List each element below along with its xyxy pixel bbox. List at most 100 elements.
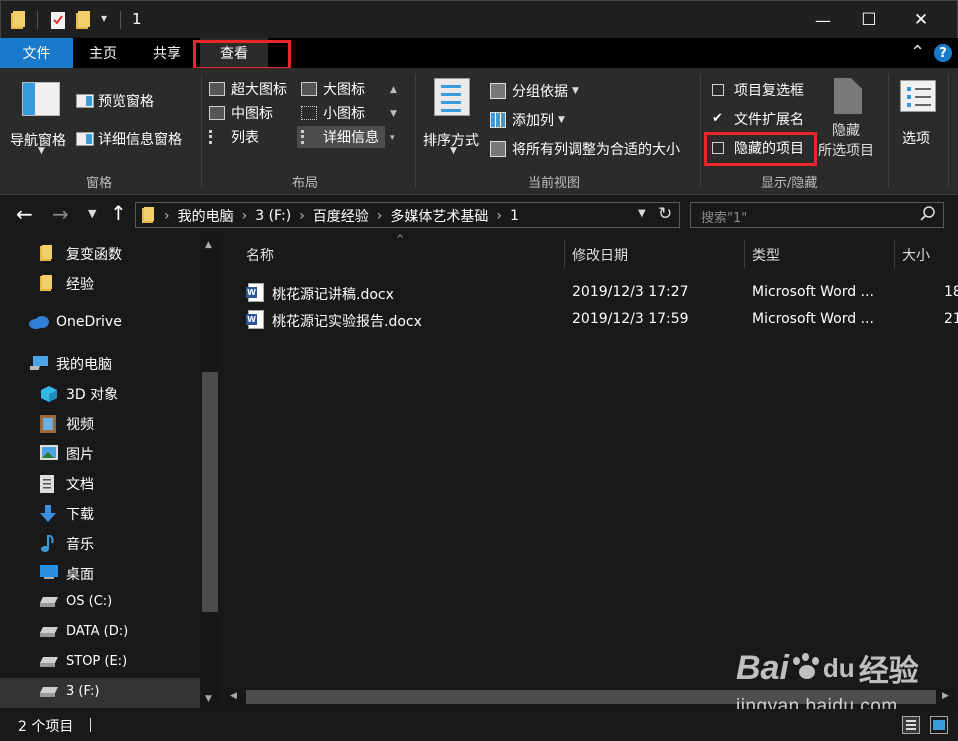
nav-item[interactable]: 文档: [0, 468, 200, 498]
item-checkboxes-toggle[interactable]: 项目复选框: [712, 80, 804, 100]
search-box[interactable]: 搜索"1": [690, 202, 944, 228]
file-extensions-label: 文件扩展名: [734, 112, 804, 128]
nav-item[interactable]: 我的电脑: [0, 348, 200, 378]
nav-item[interactable]: 下载: [0, 498, 200, 528]
scroll-left-icon[interactable]: ◀: [230, 691, 237, 701]
nav-item-label: 3D 对象: [66, 387, 119, 403]
layout-small[interactable]: 小图标: [299, 102, 365, 124]
nav-item-label: DATA (D:): [66, 624, 129, 639]
collapse-ribbon-icon[interactable]: ⌃: [910, 42, 925, 63]
file-extensions-toggle[interactable]: ✔ 文件扩展名: [712, 109, 804, 129]
layout-medium[interactable]: 中图标: [205, 102, 273, 124]
layout-list[interactable]: 列表: [205, 126, 259, 148]
documents-icon: [40, 475, 58, 493]
watermark-suffix: 经验: [858, 655, 919, 688]
ribbon: 导航窗格 ▼ 预览窗格 详细信息窗格 窗格 超大图标 大图标 中图标 小图标 列…: [0, 68, 958, 195]
file-date: 2019/12/3 17:59: [572, 311, 689, 327]
properties-icon[interactable]: [50, 10, 66, 30]
sort-by-button[interactable]: 排序方式 ▼: [420, 76, 486, 158]
nav-item[interactable]: OS (C:): [0, 588, 200, 618]
nav-item[interactable]: OneDrive: [0, 308, 200, 338]
file-date: 2019/12/3 17:27: [572, 284, 689, 300]
scroll-thumb[interactable]: [202, 372, 218, 612]
layout-small-label: 小图标: [323, 106, 365, 122]
file-type: Microsoft Word ...: [752, 284, 874, 300]
group-by-button[interactable]: 分组依据 ▼: [490, 80, 579, 102]
nav-item-label: 3 (F:): [66, 684, 100, 699]
nav-item-label: 视频: [66, 417, 94, 433]
onedrive-icon: [28, 315, 49, 331]
forward-button[interactable]: →: [52, 202, 69, 226]
nav-item[interactable]: 音乐: [0, 528, 200, 558]
layout-details[interactable]: 详细信息: [297, 126, 385, 148]
refresh-icon[interactable]: ↻: [658, 204, 672, 224]
add-columns-button[interactable]: 添加列 ▼: [490, 109, 565, 131]
nav-item[interactable]: DATA (D:): [0, 618, 200, 648]
help-icon[interactable]: ?: [934, 44, 952, 62]
qat-dropdown[interactable]: ▾: [101, 11, 107, 25]
extra-large-icons-icon: [209, 82, 225, 96]
hide-selected-button[interactable]: 隐藏 所选项目: [818, 76, 880, 160]
details-pane-button[interactable]: 详细信息窗格: [76, 128, 182, 150]
table-row[interactable]: W 桃花源记实验报告.docx 2019/12/3 17:59 Microsof…: [244, 307, 958, 333]
details-view-icon[interactable]: [902, 716, 920, 734]
nav-item[interactable]: 桌面: [0, 558, 200, 588]
drive-icon: [40, 625, 58, 641]
word-doc-icon: W: [246, 310, 264, 329]
breadcrumb-item[interactable]: 多媒体艺术基础: [390, 206, 488, 226]
search-input[interactable]: 搜索"1": [701, 207, 747, 226]
column-header-name[interactable]: 名称: [246, 240, 274, 270]
tab-share[interactable]: 共享: [137, 38, 197, 68]
nav-item[interactable]: STOP (E:): [0, 648, 200, 678]
video-icon: [40, 415, 58, 433]
breadcrumb-item[interactable]: 百度经验: [313, 206, 369, 226]
scroll-down-icon[interactable]: ▼: [205, 694, 212, 704]
list-icon: [209, 130, 225, 144]
breadcrumb-item[interactable]: 我的电脑: [178, 206, 234, 226]
new-folder-icon[interactable]: [76, 11, 90, 29]
chevron-down-icon: ▼: [38, 146, 45, 156]
nav-item[interactable]: 视频: [0, 408, 200, 438]
layout-large[interactable]: 大图标: [299, 78, 365, 100]
nav-item[interactable]: 图片: [0, 438, 200, 468]
back-button[interactable]: ←: [16, 202, 33, 226]
scroll-up-icon[interactable]: ▲: [205, 240, 212, 250]
details-pane-icon: [76, 132, 94, 146]
folder-icon: [142, 207, 154, 223]
column-header-date[interactable]: 修改日期: [572, 240, 628, 270]
column-header-size[interactable]: 大小: [902, 240, 930, 270]
layout-extra-large[interactable]: 超大图标: [205, 78, 287, 100]
tab-file[interactable]: 文件: [0, 38, 73, 68]
minimize-button[interactable]: —: [800, 1, 846, 39]
nav-item[interactable]: 3D 对象: [0, 378, 200, 408]
item-checkboxes-label: 项目复选框: [734, 83, 804, 99]
up-button[interactable]: ↑: [110, 201, 127, 225]
options-icon: [900, 80, 936, 112]
nav-item[interactable]: 经验: [0, 268, 200, 298]
breadcrumb-item[interactable]: 3 (F:): [255, 208, 291, 224]
nav-item-label: 文档: [66, 477, 94, 493]
preview-pane-button[interactable]: 预览窗格: [76, 90, 154, 112]
gallery-scroll[interactable]: ▲ ▼ ▾: [390, 78, 397, 150]
table-row[interactable]: W 桃花源记讲稿.docx 2019/12/3 17:27 Microsoft …: [244, 280, 958, 306]
nav-scrollbar[interactable]: ▲ ▼: [201, 234, 219, 709]
nav-item[interactable]: 复变函数: [0, 238, 200, 268]
nav-item[interactable]: 3 (F:): [0, 678, 200, 708]
maximize-button[interactable]: ☐: [846, 1, 892, 39]
large-icons-view-icon[interactable]: [930, 716, 948, 734]
column-header-type[interactable]: 类型: [752, 240, 780, 270]
file-extensions-checkbox[interactable]: ✔: [712, 112, 724, 125]
address-dropdown-icon[interactable]: ▼: [638, 208, 646, 219]
tab-home[interactable]: 主页: [73, 38, 133, 68]
recent-locations-icon[interactable]: ▼: [88, 207, 96, 220]
options-button[interactable]: 选项: [896, 76, 942, 156]
layout-medium-label: 中图标: [231, 106, 273, 122]
close-button[interactable]: ✕: [898, 1, 944, 39]
3d-objects-icon: [40, 385, 58, 402]
breadcrumb-item[interactable]: 1: [510, 208, 519, 224]
nav-pane-button[interactable]: 导航窗格 ▼: [8, 78, 74, 158]
address-bar[interactable]: › 我的电脑 › 3 (F:) › 百度经验 › 多媒体艺术基础 › 1 ▼ ↻: [135, 202, 680, 228]
preview-pane-icon: [76, 94, 94, 108]
size-all-columns-button[interactable]: 将所有列调整为合适的大小: [490, 138, 680, 160]
item-checkboxes-checkbox[interactable]: [712, 84, 724, 96]
